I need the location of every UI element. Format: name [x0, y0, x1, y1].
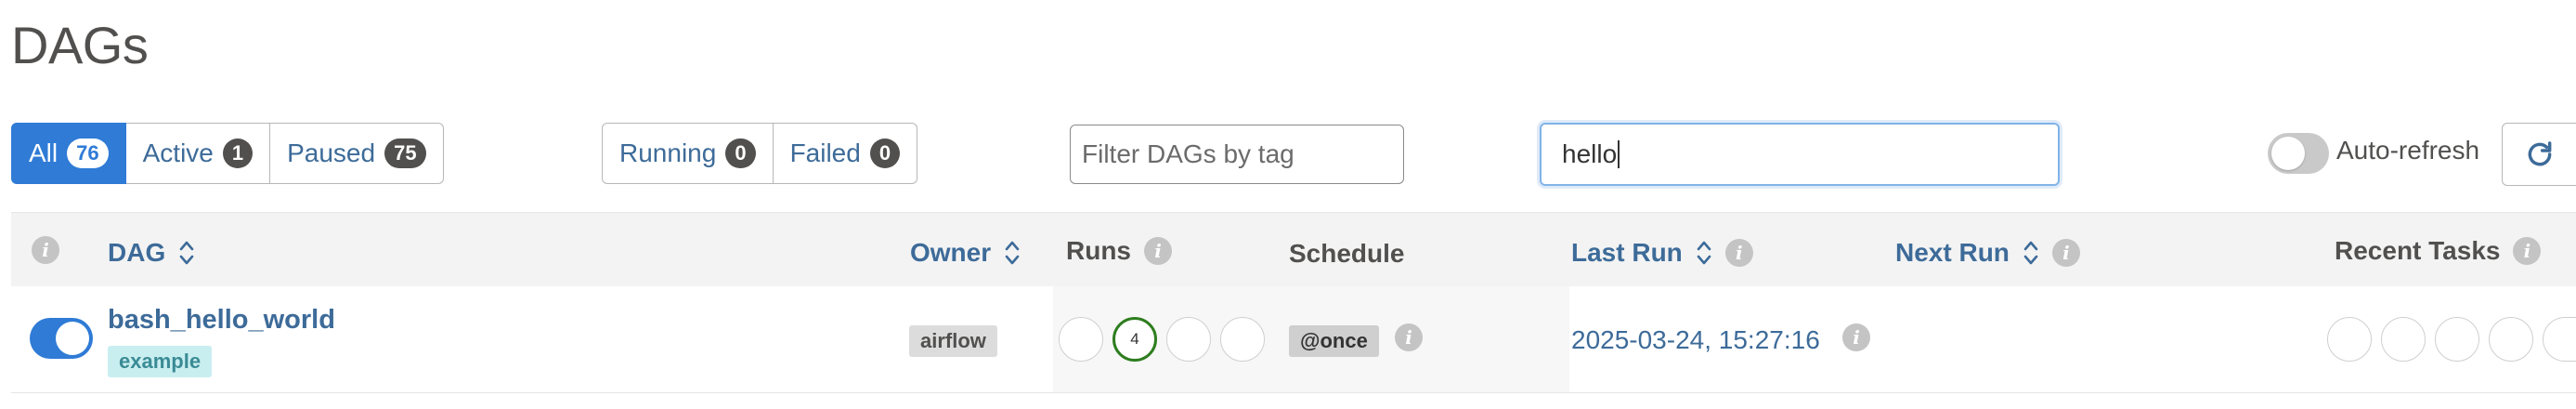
sort-icon	[1697, 241, 1711, 265]
status-filter-group: All 76 Active 1 Paused 75	[11, 123, 444, 186]
dag-name-link[interactable]: bash_hello_world	[108, 305, 335, 336]
refresh-icon	[2528, 141, 2552, 166]
task-state-circle[interactable]	[2381, 317, 2426, 362]
info-icon[interactable]: i	[2513, 237, 2542, 265]
toggle-knob	[2271, 137, 2305, 170]
table-row: bash_hello_world example airflow 4 @once…	[11, 286, 2576, 393]
filter-failed-label: Failed	[789, 139, 861, 167]
table-header: i DAG Owner Runs i Schedule Last Run i N…	[11, 212, 2576, 287]
run-state-circle[interactable]	[1166, 317, 1211, 362]
info-icon[interactable]: i	[32, 236, 59, 264]
filter-paused-count: 75	[384, 139, 426, 168]
run-state-success-circle[interactable]: 4	[1112, 317, 1157, 362]
schedule-badge[interactable]: @once	[1289, 325, 1379, 357]
page-title: DAGs	[11, 16, 149, 74]
owner-column-label: Owner	[910, 238, 992, 267]
last-run-column-label: Last Run	[1571, 238, 1683, 267]
filter-running-label: Running	[619, 139, 717, 167]
info-icon[interactable]: i	[1842, 323, 1870, 351]
filter-all-label: All	[29, 139, 59, 167]
runs-column-label: Runs	[1066, 236, 1131, 265]
sort-icon	[179, 241, 194, 265]
text-caret	[1618, 140, 1620, 168]
auto-refresh-label: Auto-refresh	[2336, 136, 2480, 165]
info-icon[interactable]: i	[1724, 239, 1753, 267]
run-state-filter-group: Running 0 Failed 0	[602, 123, 918, 186]
filter-failed-button[interactable]: Failed 0	[773, 123, 918, 184]
info-icon[interactable]: i	[1144, 237, 1172, 265]
task-state-circle[interactable]	[2435, 317, 2479, 362]
schedule-column-label: Schedule	[1289, 239, 1405, 268]
filter-active-label: Active	[142, 139, 214, 167]
dag-column-header[interactable]: DAG	[108, 236, 195, 270]
filter-all-count: 76	[67, 139, 109, 168]
runs-column-header: Runs i	[1066, 236, 1172, 266]
next-run-column-header[interactable]: Next Run i	[1895, 236, 2080, 270]
last-run-link[interactable]: 2025-03-24, 15:27:16	[1571, 325, 1820, 355]
last-run-column-header[interactable]: Last Run i	[1571, 236, 1753, 270]
success-run-count: 4	[1130, 330, 1139, 348]
filter-running-count: 0	[725, 139, 756, 168]
run-state-circle[interactable]	[1220, 317, 1265, 362]
task-state-circle[interactable]	[2489, 317, 2533, 362]
sort-icon	[1005, 241, 1020, 265]
task-state-circle[interactable]	[2327, 317, 2372, 362]
owner-badge[interactable]: airflow	[909, 325, 997, 357]
tag-filter-input[interactable]: Filter DAGs by tag	[1070, 125, 1404, 184]
info-icon[interactable]: i	[2051, 239, 2080, 267]
task-state-circle[interactable]	[2543, 317, 2576, 362]
toggle-column-header: i	[32, 236, 59, 264]
tag-filter-placeholder: Filter DAGs by tag	[1082, 139, 1295, 168]
run-state-circle[interactable]	[1059, 317, 1103, 362]
dag-column-label: DAG	[108, 238, 166, 267]
dag-tag[interactable]: example	[108, 346, 213, 377]
search-input[interactable]: hello	[1540, 123, 2060, 186]
search-value: hello	[1562, 139, 1618, 168]
filter-paused-button[interactable]: Paused 75	[270, 123, 444, 184]
schedule-column-header: Schedule	[1289, 239, 1404, 269]
filter-active-count: 1	[222, 139, 254, 168]
owner-column-header[interactable]: Owner	[910, 236, 1021, 270]
filter-all-button[interactable]: All 76	[11, 123, 126, 184]
info-icon[interactable]: i	[1395, 323, 1423, 351]
next-run-column-label: Next Run	[1895, 238, 2010, 267]
sort-icon	[2023, 241, 2038, 265]
recent-tasks-column-header: Recent Tasks i	[2335, 236, 2542, 266]
toggle-knob	[56, 322, 89, 355]
filter-running-button[interactable]: Running 0	[602, 123, 774, 184]
filter-failed-count: 0	[869, 139, 901, 168]
dag-pause-toggle[interactable]	[30, 318, 93, 359]
auto-refresh-toggle[interactable]	[2268, 133, 2329, 174]
recent-tasks-column-label: Recent Tasks	[2335, 236, 2501, 265]
refresh-button[interactable]	[2502, 123, 2576, 186]
filter-paused-label: Paused	[287, 139, 376, 167]
filter-active-button[interactable]: Active 1	[125, 123, 271, 184]
